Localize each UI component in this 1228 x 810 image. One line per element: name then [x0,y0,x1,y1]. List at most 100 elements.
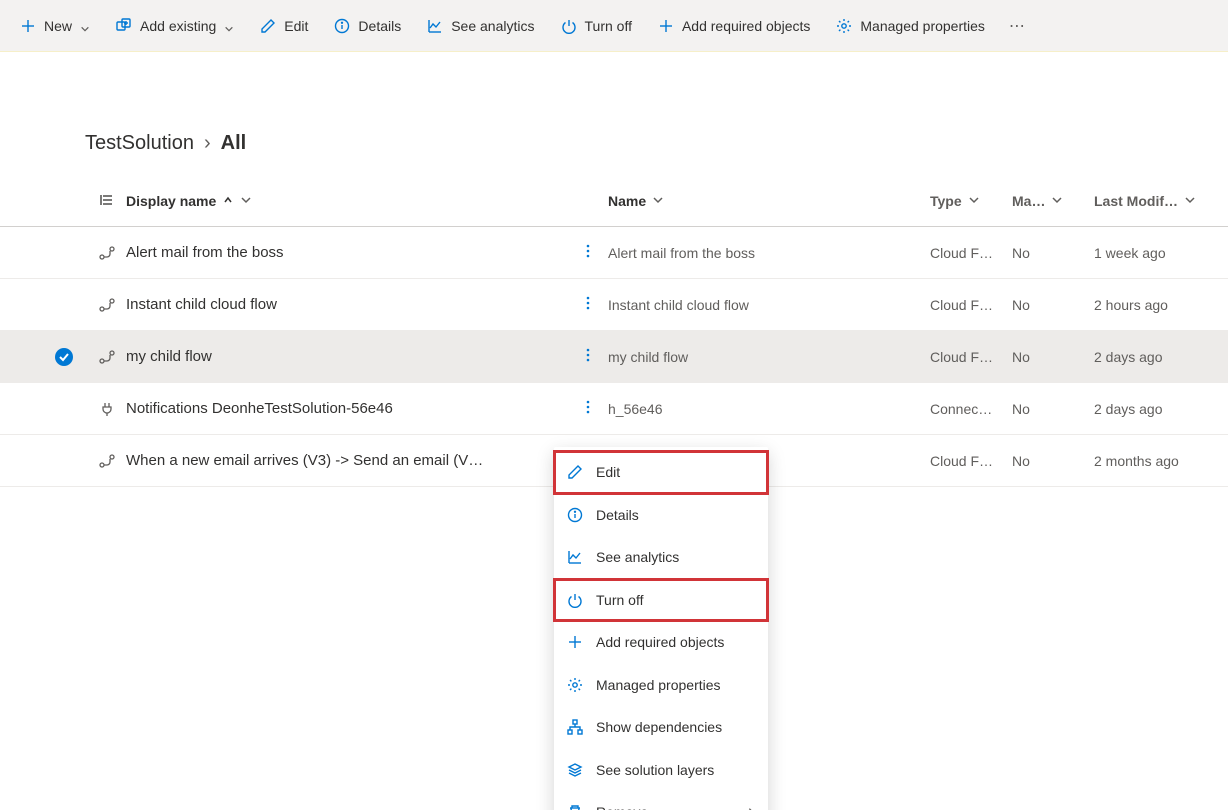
flow-icon [88,297,126,313]
type-cell: Cloud F… [930,297,1012,313]
modified-cell: 2 hours ago [1094,297,1214,313]
tree-icon [566,719,584,735]
gear-icon [836,18,852,34]
type-cell: Cloud F… [930,245,1012,261]
add-required-label: Add required objects [682,18,810,34]
breadcrumb-separator: › [204,132,211,155]
new-button[interactable]: New [10,0,100,51]
managed-cell: No [1012,349,1094,365]
turn-off-button[interactable]: Turn off [551,0,642,51]
edit-icon [566,464,584,480]
modified-cell: 2 months ago [1094,453,1214,469]
row-menu-button[interactable] [577,344,599,369]
add-required-button[interactable]: Add required objects [648,0,820,51]
column-managed[interactable]: Ma… [1012,193,1094,209]
ctx-analytics[interactable]: See analytics [554,536,768,579]
power-icon [566,592,584,608]
analytics-label: See analytics [451,18,534,34]
column-display-name[interactable]: Display name [126,193,568,209]
chevron-down-icon [80,21,90,31]
breadcrumb-root[interactable]: TestSolution [85,132,194,155]
info-icon [334,18,350,34]
display-name-cell[interactable]: Instant child cloud flow [126,296,277,313]
flow-icon [88,349,126,365]
chart-icon [427,18,443,34]
edit-button[interactable]: Edit [250,0,318,51]
type-cell: Cloud F… [930,349,1012,365]
ctx-managed-props[interactable]: Managed properties [554,664,768,707]
chevron-down-icon [1051,193,1063,209]
managed-cell: No [1012,297,1094,313]
row-menu-button[interactable] [577,240,599,265]
see-analytics-button[interactable]: See analytics [417,0,544,51]
add-existing-icon [116,18,132,34]
name-cell: my child flow [608,349,930,365]
edit-icon [260,18,276,34]
command-bar: New Add existing Edit Details See analyt… [0,0,1228,52]
add-existing-button[interactable]: Add existing [106,0,244,51]
edit-label: Edit [284,18,308,34]
breadcrumb: TestSolution › All [0,82,1228,175]
flow-icon [88,453,126,469]
chart-icon [566,549,584,565]
layers-icon [566,762,584,778]
managed-cell: No [1012,401,1094,417]
managed-properties-button[interactable]: Managed properties [826,0,995,51]
name-cell: h_56e46 [608,401,930,417]
details-label: Details [358,18,401,34]
display-name-cell[interactable]: Alert mail from the boss [126,244,284,261]
type-cell: Connec… [930,401,1012,417]
table-row[interactable]: Alert mail from the boss Alert mail from … [0,227,1228,279]
plus-icon [566,634,584,650]
column-modified[interactable]: Last Modif… [1094,193,1214,209]
details-button[interactable]: Details [324,0,411,51]
table-row[interactable]: my child flowmy child flowCloud F…No2 da… [0,331,1228,383]
chevron-down-icon [224,21,234,31]
grid-header-row: Display name Name Type Ma… Last Modif… [0,175,1228,227]
type-cell: Cloud F… [930,453,1012,469]
table-row[interactable]: Notifications DeonheTestSolution-56e46 h_… [0,383,1228,435]
display-name-cell[interactable]: my child flow [126,348,212,365]
name-cell: Alert mail from the boss [608,245,930,261]
chevron-down-icon [652,193,664,209]
column-name[interactable]: Name [608,193,930,209]
row-menu-button[interactable] [577,292,599,317]
chevron-down-icon [1184,193,1196,209]
managed-cell: No [1012,453,1094,469]
display-name-cell[interactable]: Notifications DeonheTestSolution-56e46 [126,400,393,417]
chevron-down-icon [968,193,980,209]
context-menu: Edit Details See analytics Turn off Add … [554,447,768,810]
ctx-dependencies[interactable]: Show dependencies [554,706,768,749]
plug-icon [88,401,126,417]
column-type[interactable]: Type [930,193,1012,209]
sort-up-icon [222,193,234,209]
turn-off-label: Turn off [585,18,632,34]
flow-icon [88,245,126,261]
plus-icon [658,18,674,34]
modified-cell: 2 days ago [1094,401,1214,417]
selected-check-icon[interactable] [55,348,73,366]
chevron-right-icon [746,804,756,810]
plus-icon [20,18,36,34]
ctx-add-required[interactable]: Add required objects [554,621,768,664]
ctx-edit[interactable]: Edit [554,451,768,494]
table-row[interactable]: Instant child cloud flow Instant child cl… [0,279,1228,331]
gear-icon [566,677,584,693]
modified-cell: 2 days ago [1094,349,1214,365]
list-icon[interactable] [88,192,126,210]
display-name-cell[interactable]: When a new email arrives (V3) -> Send an… [126,452,483,469]
new-label: New [44,18,72,34]
more-commands-button[interactable]: ⋯ [1001,16,1035,36]
row-menu-button[interactable] [577,396,599,421]
ctx-layers[interactable]: See solution layers [554,749,768,792]
breadcrumb-leaf: All [221,132,247,155]
solution-grid: Display name Name Type Ma… Last Modif… [0,175,1228,487]
name-cell: Instant child cloud flow [608,297,930,313]
add-existing-label: Add existing [140,18,216,34]
managed-props-label: Managed properties [860,18,985,34]
ctx-details[interactable]: Details [554,494,768,537]
ctx-turn-off[interactable]: Turn off [554,579,768,622]
ctx-remove[interactable]: Remove [554,791,768,810]
trash-icon [566,804,584,810]
chevron-down-icon [240,193,252,209]
